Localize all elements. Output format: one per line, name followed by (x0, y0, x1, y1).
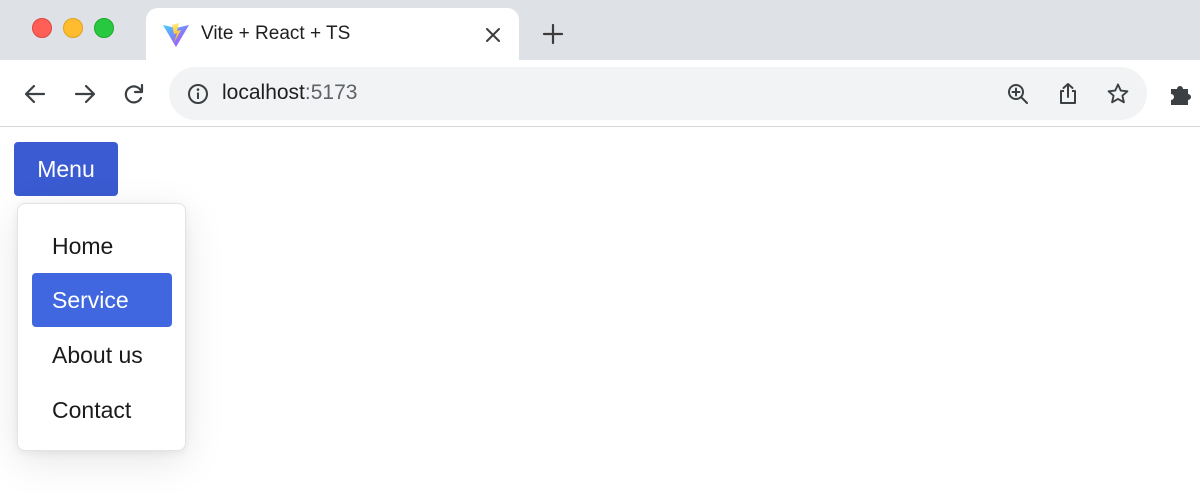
menu-item-home[interactable]: Home (32, 219, 172, 273)
page-content: Menu Home Service About us Contact (0, 128, 1200, 493)
maximize-window-button[interactable] (94, 18, 114, 38)
star-icon[interactable] (1106, 82, 1130, 106)
menu-item-service[interactable]: Service (32, 273, 172, 327)
close-window-button[interactable] (32, 18, 52, 38)
menu-item-about-us[interactable]: About us (32, 328, 172, 382)
arrow-right-icon[interactable] (71, 80, 99, 108)
share-icon[interactable] (1056, 82, 1080, 106)
address-url[interactable]: localhost:5173 (222, 81, 357, 105)
zoom-in-icon[interactable] (1006, 82, 1030, 106)
browser-tab[interactable]: Vite + React + TS (146, 8, 519, 60)
reload-icon[interactable] (120, 80, 148, 108)
vite-logo-icon (163, 23, 189, 47)
browser-window: Vite + React + TS localhost:5173 Menu Ho… (0, 0, 1200, 493)
menu-item-contact[interactable]: Contact (32, 383, 172, 437)
address-bar[interactable]: localhost:5173 (169, 67, 1147, 120)
dropdown-menu: Home Service About us Contact (17, 203, 186, 451)
url-host: localhost (222, 81, 305, 104)
menu-button[interactable]: Menu (14, 142, 118, 196)
url-port: :5173 (304, 81, 358, 104)
browser-toolbar: localhost:5173 (0, 60, 1200, 127)
arrow-left-icon[interactable] (21, 80, 49, 108)
info-icon[interactable] (187, 83, 209, 105)
puzzle-icon[interactable] (1167, 80, 1195, 108)
tab-strip: Vite + React + TS (0, 0, 1200, 60)
tab-title: Vite + React + TS (201, 23, 351, 44)
minimize-window-button[interactable] (63, 18, 83, 38)
close-icon[interactable] (483, 25, 503, 45)
plus-icon[interactable] (541, 22, 565, 46)
